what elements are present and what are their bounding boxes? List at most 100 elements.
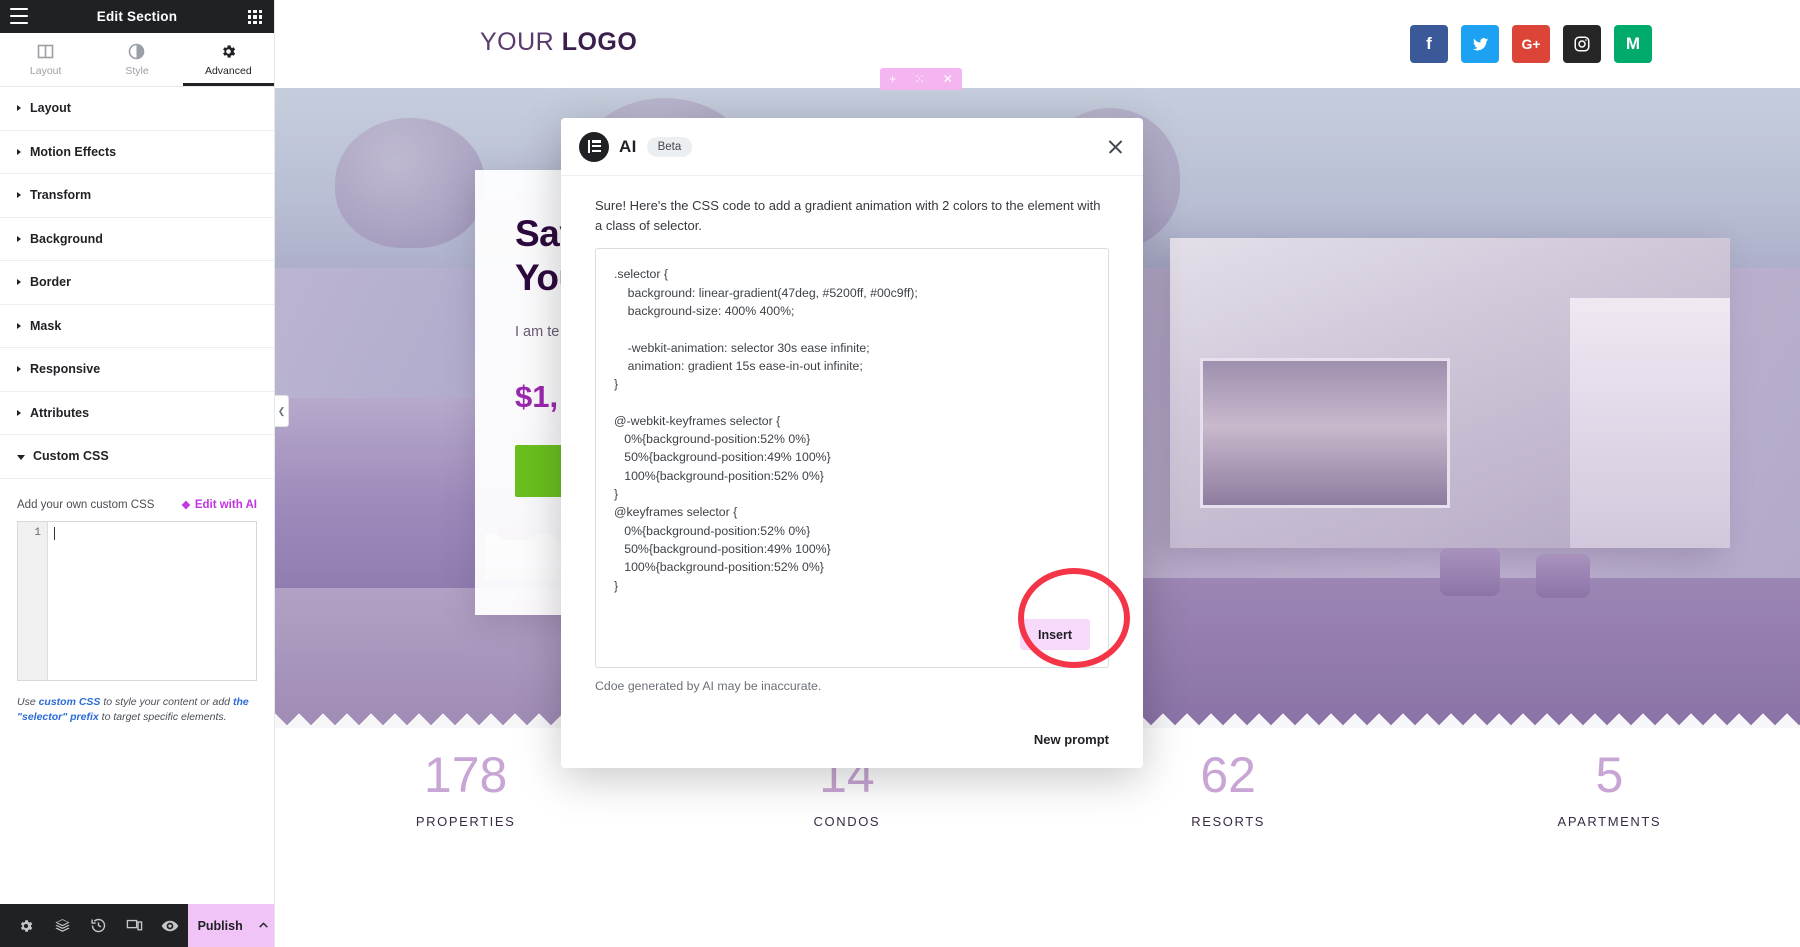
section-background[interactable]: Background — [0, 218, 274, 261]
chevron-right-icon — [17, 366, 21, 373]
layers-icon[interactable] — [44, 904, 80, 947]
custom-css-label-row: Add your own custom CSS ❖ Edit with AI — [17, 499, 257, 512]
chevron-right-icon — [17, 322, 21, 329]
ai-dialog-title: AI — [619, 136, 637, 156]
beta-badge: Beta — [646, 136, 693, 157]
social-links: f G+ M — [1410, 25, 1652, 63]
preview-eye-icon[interactable] — [152, 904, 188, 947]
chevron-right-icon — [17, 148, 21, 155]
history-icon[interactable] — [80, 904, 116, 947]
edit-with-ai-button[interactable]: ❖ Edit with AI — [181, 499, 257, 512]
help-link-custom-css[interactable]: custom CSS — [39, 696, 101, 708]
section-mask[interactable]: Mask — [0, 305, 274, 348]
close-icon[interactable] — [1105, 137, 1125, 157]
ai-dialog-footer: New prompt — [561, 710, 1143, 768]
text-cursor — [54, 526, 55, 540]
section-layout-label: Layout — [30, 101, 71, 116]
gear-icon[interactable] — [8, 904, 44, 947]
medium-icon[interactable]: M — [1614, 25, 1652, 63]
section-attributes-label: Attributes — [30, 405, 90, 420]
editor-panel: Edit Section Layout Style Advanced Layou… — [0, 0, 275, 947]
section-background-label: Background — [30, 231, 103, 246]
panel-tabs: Layout Style Advanced — [0, 33, 275, 87]
drag-section-icon[interactable]: ⁙ — [914, 73, 924, 85]
shrub-shape — [1536, 554, 1590, 598]
responsive-mode-icon[interactable] — [116, 904, 152, 947]
insert-button[interactable]: Insert — [1020, 619, 1090, 651]
house-wing-shape — [1570, 298, 1730, 548]
gear-icon — [220, 43, 237, 60]
advanced-sections: Layout Motion Effects Transform Backgrou… — [0, 87, 274, 904]
section-responsive-label: Responsive — [30, 362, 101, 377]
generated-code: .selector { background: linear-gradient(… — [614, 267, 918, 593]
hamburger-icon[interactable] — [10, 8, 28, 24]
section-edit-toolbar: + ⁙ ✕ — [880, 68, 962, 90]
tab-style[interactable]: Style — [91, 33, 182, 86]
house-window-shape — [1200, 358, 1450, 508]
edit-with-ai-label: Edit with AI — [194, 499, 257, 511]
ai-disclaimer: Cdoe generated by AI may be inaccurate. — [595, 679, 822, 694]
chevron-left-icon: ❮ — [277, 405, 286, 416]
section-motion-effects-label: Motion Effects — [30, 144, 117, 159]
panel-footer: Publish — [0, 904, 274, 947]
twitter-icon[interactable] — [1461, 25, 1499, 63]
stat-label: APARTMENTS — [1557, 814, 1662, 829]
section-mask-label: Mask — [30, 318, 62, 333]
grid-icon[interactable] — [248, 10, 262, 24]
chevron-right-icon — [17, 235, 21, 242]
publish-button[interactable]: Publish — [188, 904, 253, 947]
help-prefix: Use — [17, 695, 39, 708]
panel-title: Edit Section — [96, 9, 178, 24]
chevron-right-icon — [17, 409, 21, 416]
custom-css-help-text: Use custom CSS to style your content or … — [17, 695, 257, 727]
new-prompt-button[interactable]: New prompt — [1034, 732, 1109, 747]
panel-collapse-handle[interactable]: ❮ — [275, 395, 289, 427]
stat-label: RESORTS — [1191, 814, 1266, 829]
tab-advanced-label: Advanced — [204, 64, 252, 77]
chevron-right-icon — [17, 279, 21, 286]
ai-dialog-body: Sure! Here's the CSS code to add a gradi… — [561, 176, 1143, 710]
section-border[interactable]: Border — [0, 261, 274, 305]
add-section-icon[interactable]: + — [889, 73, 896, 85]
site-header: YOUR LOGO f G+ M — [275, 0, 1800, 88]
stat-label: CONDOS — [813, 814, 881, 829]
delete-section-icon[interactable]: ✕ — [943, 73, 953, 85]
tab-style-label: Style — [125, 64, 149, 77]
tab-advanced[interactable]: Advanced — [182, 33, 275, 86]
logo-bold: LOGO — [561, 28, 638, 56]
instagram-icon[interactable] — [1563, 25, 1601, 63]
help-middle: to style your content or add — [100, 695, 233, 708]
section-motion-effects[interactable]: Motion Effects — [0, 131, 274, 174]
chevron-right-icon — [17, 192, 21, 199]
generated-code-card: .selector { background: linear-gradient(… — [595, 248, 1109, 669]
custom-css-input[interactable] — [48, 522, 256, 680]
stat-label: PROPERTIES — [415, 814, 516, 829]
sparkle-icon: ❖ — [180, 499, 191, 512]
custom-css-field-label: Add your own custom CSS — [17, 499, 155, 511]
tab-layout-label: Layout — [29, 64, 62, 77]
section-custom-css-label: Custom CSS — [33, 449, 109, 464]
logo-thin: YOUR — [480, 28, 555, 56]
chevron-right-icon — [17, 105, 21, 112]
google-plus-icon[interactable]: G+ — [1512, 25, 1550, 63]
tab-layout[interactable]: Layout — [0, 33, 91, 86]
stat-item: 5 APARTMENTS — [1419, 750, 1800, 829]
custom-css-editor[interactable]: 1 — [17, 520, 257, 681]
chevron-up-icon[interactable] — [252, 904, 274, 947]
section-responsive[interactable]: Responsive — [0, 348, 274, 392]
facebook-icon[interactable]: f — [1410, 25, 1448, 63]
section-transform-label: Transform — [30, 188, 92, 203]
section-attributes[interactable]: Attributes — [0, 392, 274, 435]
ai-dialog: AI Beta Sure! Here's the CSS code to add… — [561, 118, 1143, 768]
contrast-circle-icon — [128, 43, 145, 60]
help-suffix: to target specific elements. — [98, 711, 227, 724]
ai-intro-text: Sure! Here's the CSS code to add a gradi… — [595, 198, 1101, 234]
shrub-shape — [1440, 548, 1500, 596]
section-custom-css[interactable]: Custom CSS — [0, 435, 274, 479]
stat-number: 5 — [1595, 747, 1624, 803]
panel-header: Edit Section — [0, 0, 274, 33]
section-layout[interactable]: Layout — [0, 87, 274, 131]
section-transform[interactable]: Transform — [0, 174, 274, 218]
site-logo[interactable]: YOUR LOGO — [480, 28, 637, 57]
house-shape — [1170, 238, 1730, 548]
